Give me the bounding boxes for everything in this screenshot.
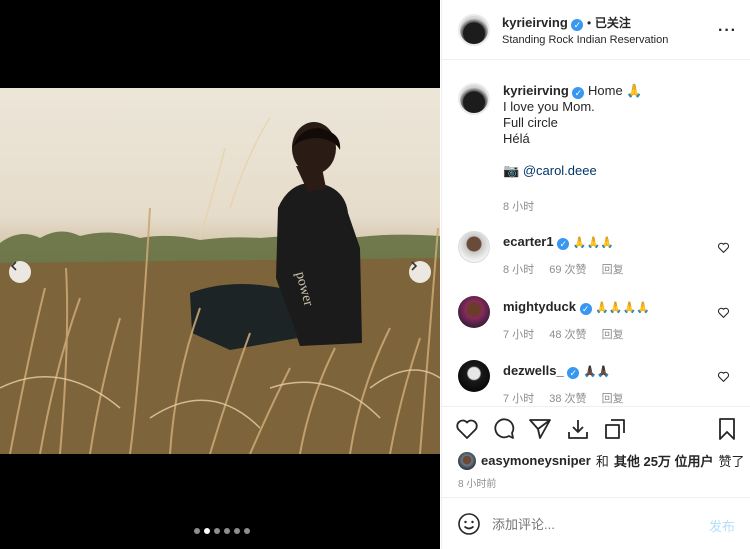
avatar[interactable]	[458, 14, 490, 46]
verified-icon: ✓	[567, 367, 580, 379]
liker-avatar[interactable]	[458, 451, 476, 470]
comment-time: 7 小时	[503, 329, 535, 341]
heart-icon[interactable]	[717, 241, 730, 254]
slide-dot	[194, 528, 200, 534]
likes-others-link[interactable]: 其他 25万 位用户	[614, 451, 714, 470]
comment-item: dezwells_ ✓ 🙏🏿🙏🏿 7 小时 38 次赞 回复	[458, 360, 738, 406]
post-header: kyrieirving ✓ • 已关注 Standing Rock Indian…	[442, 0, 750, 60]
caption-avatar[interactable]	[458, 83, 490, 115]
share-icon[interactable]	[528, 417, 552, 441]
comment-likes[interactable]: 48 次赞	[549, 329, 586, 341]
likes-suffix: 赞了	[718, 454, 745, 469]
comment-avatar[interactable]	[458, 360, 490, 392]
likes-summary: easymoneysniper 和 其他 25万 位用户 赞了	[458, 451, 745, 470]
verified-icon: ✓	[571, 19, 584, 31]
post-side-panel: kyrieirving ✓ • 已关注 Standing Rock Indian…	[441, 0, 750, 549]
liker-username[interactable]: easymoneysniper	[481, 453, 591, 468]
comment-likes[interactable]: 38 次赞	[549, 393, 586, 405]
add-comment-bar: 发布	[442, 497, 750, 549]
comment-item: ecarter1 ✓ 🙏🙏🙏 8 小时 69 次赞 回复	[458, 231, 738, 279]
comments-list: kyrieirving ✓ Home 🙏 I love you Mom. Ful…	[442, 61, 750, 406]
reply-button[interactable]: 回复	[602, 264, 624, 276]
emoji-icon[interactable]	[457, 512, 481, 536]
verified-icon: ✓	[579, 303, 592, 315]
caption: kyrieirving ✓ Home 🙏 I love you Mom. Ful…	[458, 83, 738, 233]
caption-line: Hélá	[503, 131, 530, 146]
comment-avatar[interactable]	[458, 231, 490, 263]
verified-icon: ✓	[572, 87, 585, 99]
caption-line: Home 🙏	[588, 83, 643, 98]
caption-time: 8 小时	[503, 201, 535, 213]
comment-item: mightyduck ✓ 🙏🙏🙏🙏 7 小时 48 次赞 回复	[458, 296, 738, 344]
likes-conjunction: 和	[595, 454, 609, 469]
follow-status-button[interactable]: 已关注	[595, 16, 631, 30]
location-link[interactable]: Standing Rock Indian Reservation	[502, 34, 668, 46]
heart-icon[interactable]	[455, 417, 479, 441]
slide-dot	[214, 528, 220, 534]
comment-text: 🙏🙏🙏	[572, 237, 614, 249]
bookmark-icon[interactable]	[715, 417, 739, 441]
chevron-right-icon	[411, 261, 418, 271]
comment-time: 8 小时	[503, 264, 535, 276]
caption-line: Full circle	[503, 115, 558, 130]
comment-username[interactable]: dezwells_	[503, 363, 564, 378]
previous-slide-button[interactable]	[9, 261, 31, 283]
mention-link[interactable]: @carol.deee	[523, 163, 597, 178]
heart-icon[interactable]	[717, 306, 730, 319]
slide-dot-active	[204, 528, 210, 534]
comment-username[interactable]: ecarter1	[503, 234, 554, 249]
camera-icon: 📷	[503, 163, 520, 178]
slide-indicator	[194, 528, 250, 534]
more-icon[interactable]: ···	[718, 22, 737, 40]
comment-input[interactable]	[492, 512, 692, 536]
copy-icon[interactable]	[603, 417, 627, 441]
post-media: power	[0, 0, 440, 549]
slide-dot	[234, 528, 240, 534]
post-timestamp: 8 小时前	[458, 479, 497, 490]
header-username[interactable]: kyrieirving	[502, 15, 568, 30]
slide-dot	[224, 528, 230, 534]
slide-dot	[244, 528, 250, 534]
separator: •	[587, 16, 592, 30]
comment-avatar[interactable]	[458, 296, 490, 328]
post-comment-button[interactable]: 发布	[709, 516, 735, 535]
comment-text: 🙏🙏🙏🙏	[595, 302, 651, 314]
chevron-left-icon	[10, 261, 17, 271]
caption-line: I love you Mom.	[503, 99, 595, 114]
comment-username[interactable]: mightyduck	[503, 299, 576, 314]
reply-button[interactable]: 回复	[602, 329, 624, 341]
post-photo[interactable]: power	[0, 88, 440, 454]
download-icon[interactable]	[566, 417, 590, 441]
comment-icon[interactable]	[492, 417, 516, 441]
verified-icon: ✓	[557, 238, 570, 250]
comment-likes[interactable]: 69 次赞	[549, 264, 586, 276]
photo-scene: power	[0, 117, 440, 454]
next-slide-button[interactable]	[409, 261, 431, 283]
reply-button[interactable]: 回复	[602, 393, 624, 405]
comment-time: 7 小时	[503, 393, 535, 405]
comment-text: 🙏🏿🙏🏿	[582, 366, 611, 378]
caption-username[interactable]: kyrieirving	[503, 83, 569, 98]
heart-icon[interactable]	[717, 370, 730, 383]
